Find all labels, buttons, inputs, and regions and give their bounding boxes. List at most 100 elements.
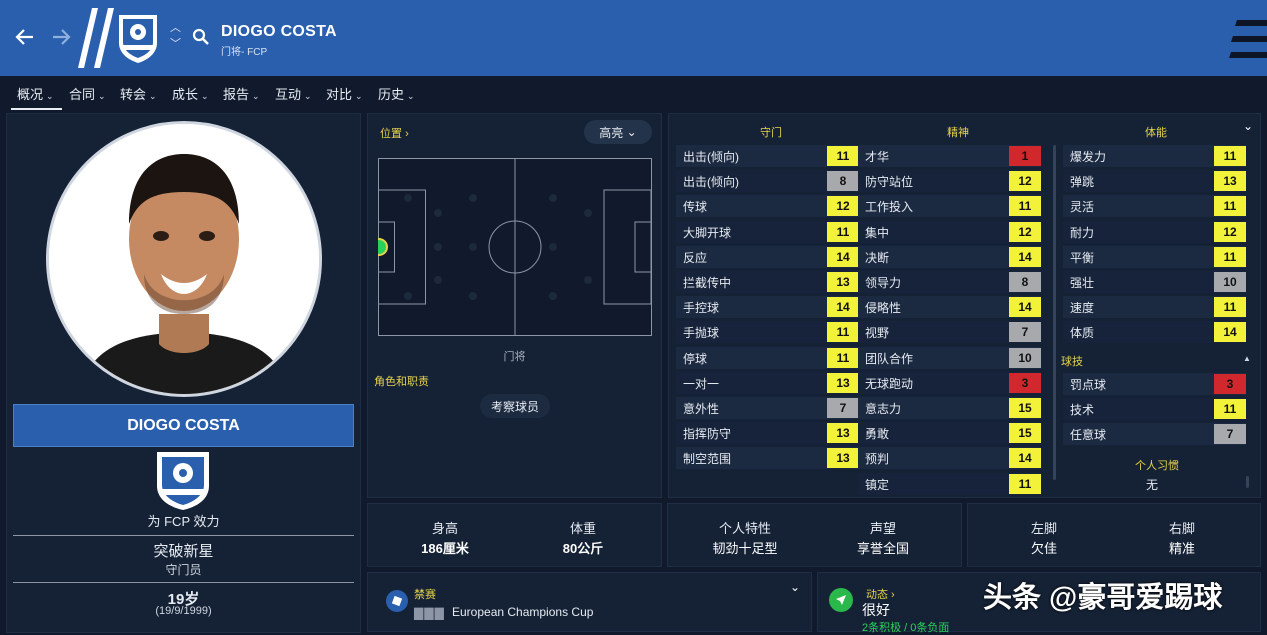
attribute-value: 7	[827, 398, 859, 418]
attribute-row[interactable]: 大脚开球 11	[676, 220, 859, 243]
attribute-row[interactable]: 领导力 8	[858, 271, 1041, 293]
competition-icon	[386, 590, 408, 612]
attribute-row[interactable]: 爆发力 11	[1063, 145, 1246, 167]
scout-player-button[interactable]: 考察球员	[480, 394, 550, 418]
player-subtitle: 门将- FCP	[221, 47, 268, 58]
status-subtext: 2条积极 / 0条负面	[862, 622, 950, 634]
attribute-row[interactable]: 勇敢 15	[858, 422, 1041, 445]
attribute-row[interactable]: 预判 14	[858, 447, 1041, 470]
attribute-row[interactable]: 弹跳 13	[1063, 170, 1246, 193]
chevron-down-icon[interactable]: ⌄	[790, 580, 800, 594]
attribute-row[interactable]: 决断 14	[858, 245, 1041, 268]
attribute-row[interactable]: 团队合作 10	[858, 346, 1041, 369]
collapse-chevron-icon[interactable]: ⌄	[1243, 119, 1253, 133]
tab-bar: 概况 ⌄ 合同 ⌄ 转会 ⌄ 成长 ⌄ 报告 ⌄ 互动 ⌄ 对比 ⌄ 历史 ⌄	[0, 76, 1267, 112]
attribute-name: 无球跑动	[865, 376, 914, 391]
back-button[interactable]	[14, 26, 36, 54]
attribute-name: 防守站位	[865, 175, 914, 190]
attribute-row[interactable]: 耐力 12	[1063, 220, 1246, 243]
roles-heading: 角色和职责	[374, 376, 429, 388]
search-icon[interactable]	[192, 28, 210, 46]
attribute-value: 14	[1009, 246, 1041, 267]
attribute-row[interactable]: 手控球 14	[676, 296, 859, 319]
attribute-row[interactable]: 传球 12	[676, 195, 859, 218]
attribute-row[interactable]: 技术 11	[1063, 398, 1246, 421]
attribute-row[interactable]: 罚点球 3	[1063, 373, 1246, 395]
position-marker	[378, 238, 388, 256]
club-line: 为 FCP 效力	[147, 514, 220, 529]
attribute-value: 11	[1214, 196, 1246, 217]
attribute-name: 罚点球	[1070, 378, 1107, 392]
attribute-row[interactable]: 防守站位 12	[858, 170, 1041, 193]
ban-panel	[367, 572, 812, 632]
attribute-row[interactable]: 速度 11	[1063, 296, 1246, 319]
attribute-row[interactable]: 拦截传中 13	[676, 271, 859, 293]
tab-interaction[interactable]: 互动 ⌄	[275, 84, 312, 103]
attribute-row[interactable]: 停球 11	[676, 346, 859, 369]
attribute-name: 出击(倾向)	[683, 150, 739, 164]
navigation-arrow-icon	[829, 588, 853, 612]
chevron-up-icon[interactable]: ▲	[1243, 354, 1251, 363]
attribute-name: 工作投入	[865, 200, 914, 215]
player-photo	[46, 121, 322, 397]
attribute-row[interactable]: 灵活 11	[1063, 195, 1246, 218]
player-name-title: DIOGO COSTA	[221, 23, 337, 40]
position-link[interactable]: 位置 ›	[380, 125, 409, 141]
club-crest-icon[interactable]	[115, 12, 161, 64]
attribute-row[interactable]: 手抛球 11	[676, 321, 859, 344]
attribute-name: 强壮	[1070, 276, 1095, 290]
forward-button[interactable]	[50, 26, 72, 54]
attribute-row[interactable]: 意志力 15	[858, 397, 1041, 419]
header-decoration	[1229, 20, 1267, 58]
tab-overview[interactable]: 概况 ⌄	[11, 84, 62, 110]
attribute-row[interactable]: 出击(倾向) 8	[676, 170, 859, 193]
tab-history[interactable]: 历史 ⌄	[378, 84, 415, 103]
tab-development[interactable]: 成长 ⌄	[172, 84, 209, 103]
tab-transfer[interactable]: 转会 ⌄	[120, 84, 157, 103]
attribute-row[interactable]: 工作投入 11	[858, 195, 1041, 218]
attribute-name: 爆发力	[1070, 150, 1107, 164]
habits-scrollbar[interactable]	[1246, 476, 1249, 488]
tab-compare[interactable]: 对比 ⌄	[326, 84, 363, 103]
attribute-value: 8	[827, 171, 859, 192]
highlight-dropdown[interactable]: 高亮 ⌄	[584, 120, 652, 144]
attribute-row[interactable]: 侵略性 14	[858, 296, 1041, 319]
attribute-row[interactable]: 视野 7	[858, 321, 1041, 344]
attribute-value: 11	[827, 347, 859, 368]
attribute-name: 一对一	[683, 376, 720, 391]
tab-contract[interactable]: 合同 ⌄	[69, 84, 106, 103]
attribute-row[interactable]: 指挥防守 13	[676, 422, 859, 445]
club-crest-icon[interactable]	[153, 449, 213, 511]
attribute-row[interactable]: 强壮 10	[1063, 271, 1246, 293]
attribute-name: 平衡	[1070, 250, 1095, 265]
player-header: ︿ ﹀ DIOGO COSTA 门将- FCP	[0, 0, 1267, 76]
attribute-row[interactable]: 镇定 11	[858, 472, 1041, 495]
technique-heading: 球技	[1061, 356, 1083, 368]
attribute-value: 7	[1009, 322, 1041, 343]
attribute-row[interactable]: 任意球 7	[1063, 423, 1246, 446]
attribute-row[interactable]: 无球跑动 3	[858, 371, 1041, 394]
height-stat: 身高 186厘米	[421, 521, 469, 556]
attribute-name: 反应	[683, 250, 708, 265]
attribute-value: 14	[1214, 322, 1246, 343]
attribute-row[interactable]: 才华 1	[858, 145, 1041, 167]
left-foot-stat: 左脚 欠佳	[1030, 521, 1057, 556]
attribute-value: 12	[1009, 221, 1041, 242]
tab-reports[interactable]: 报告 ⌄	[223, 84, 260, 103]
player-role: 守门员	[165, 563, 202, 577]
attribute-row[interactable]: 反应 14	[676, 245, 859, 268]
attribute-row[interactable]: 制空范围 13	[676, 447, 859, 470]
attribute-row[interactable]: 意外性 7	[676, 397, 859, 419]
attribute-name: 速度	[1070, 301, 1095, 316]
attribute-row[interactable]: 平衡 11	[1063, 245, 1246, 268]
attribute-row[interactable]: 集中 12	[858, 220, 1041, 243]
attribute-row[interactable]: 一对一 13	[676, 371, 859, 394]
attribute-value: 1	[1009, 146, 1041, 166]
attribute-row[interactable]: 出击(倾向) 11	[676, 145, 859, 167]
attribute-name: 灵活	[1070, 200, 1095, 215]
attribute-name: 手控球	[683, 301, 720, 316]
attributes-scrollbar[interactable]	[1053, 145, 1056, 480]
player-cycle-arrows[interactable]: ︿ ﹀	[170, 20, 181, 52]
attribute-value: 11	[827, 146, 859, 166]
attribute-row[interactable]: 体质 14	[1063, 321, 1246, 344]
